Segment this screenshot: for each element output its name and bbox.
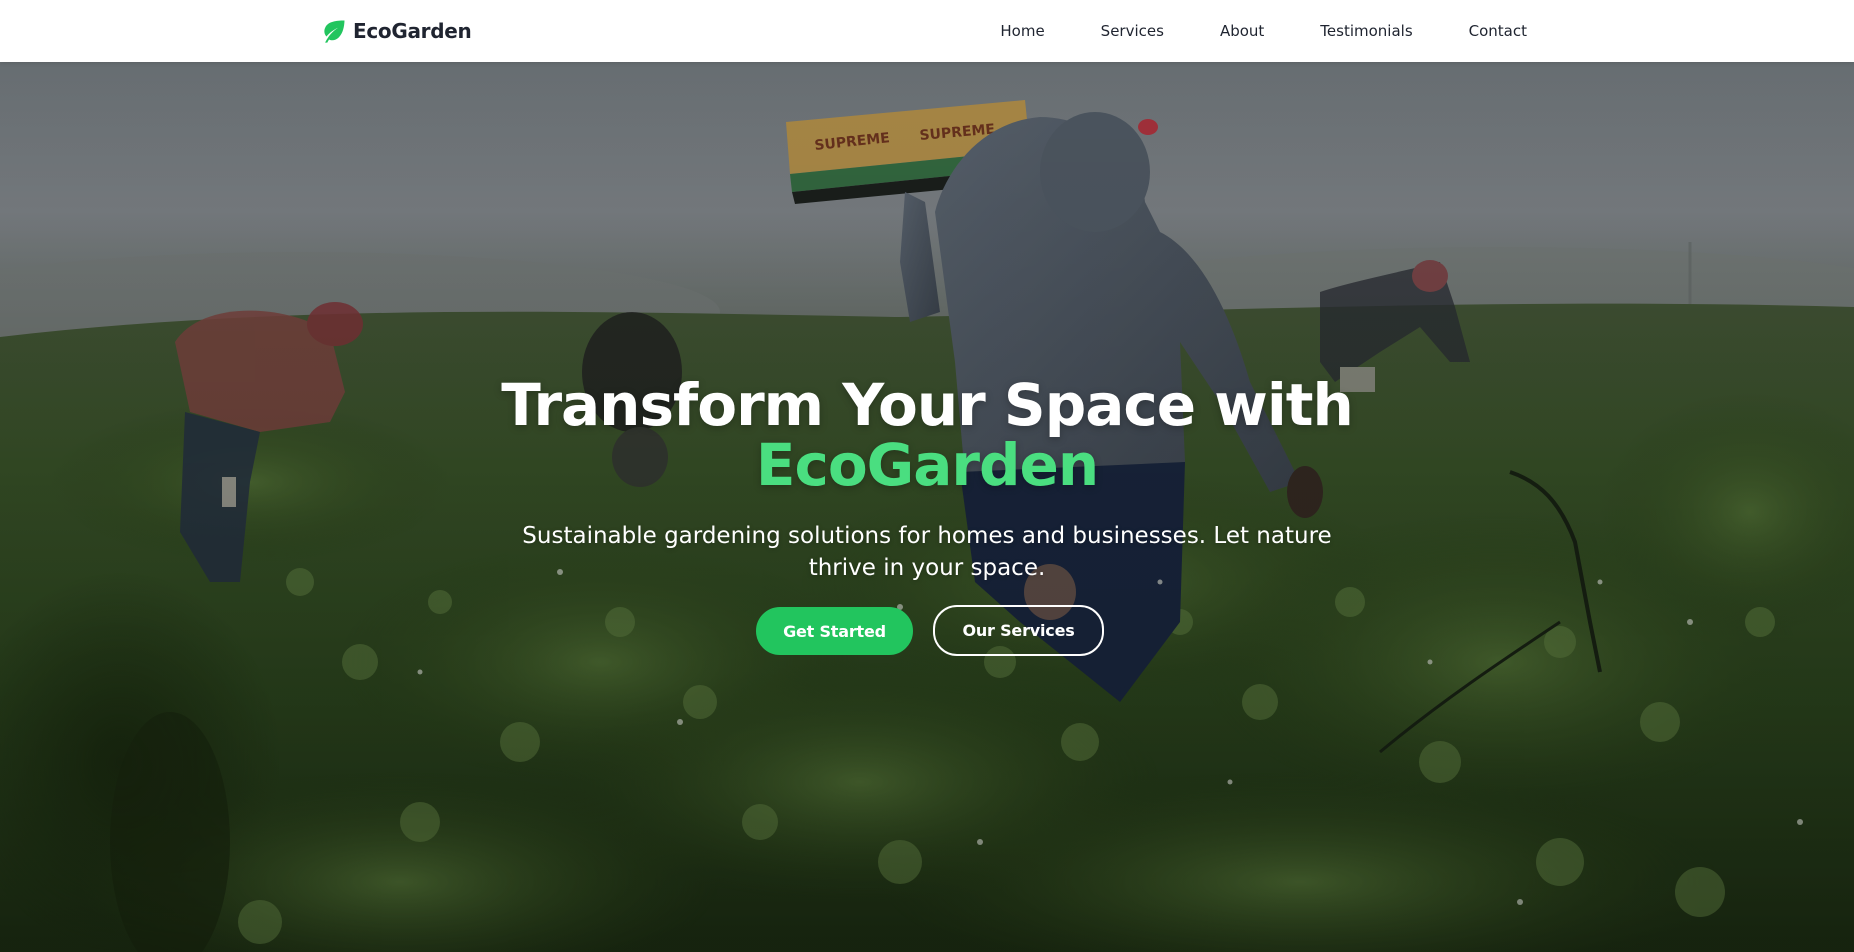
hero-title-accent: EcoGarden [755, 431, 1099, 499]
navbar: EcoGarden Home Services About Testimonia… [0, 0, 1854, 62]
hero-title: Transform Your Space with EcoGarden [427, 375, 1427, 495]
leaf-icon [324, 20, 345, 43]
nav-link-contact[interactable]: Contact [1469, 22, 1527, 40]
nav-link-about[interactable]: About [1220, 22, 1264, 40]
hero-section: SUPREME SUPREME Transform Your S [0, 62, 1854, 952]
nav-links: Home Services About Testimonials Contact [1000, 0, 1527, 62]
hero-subtitle: Sustainable gardening solutions for home… [522, 523, 1332, 581]
nav-link-testimonials[interactable]: Testimonials [1320, 22, 1412, 40]
brand-name: EcoGarden [353, 19, 472, 43]
nav-link-home[interactable]: Home [1000, 22, 1044, 40]
our-services-button[interactable]: Our Services [933, 605, 1104, 656]
hero-title-main: Transform Your Space with [501, 371, 1353, 439]
get-started-button[interactable]: Get Started [756, 607, 913, 655]
hero-content: Transform Your Space with EcoGarden Sust… [0, 62, 1854, 952]
nav-link-services[interactable]: Services [1101, 22, 1164, 40]
brand-logo[interactable]: EcoGarden [320, 17, 472, 45]
